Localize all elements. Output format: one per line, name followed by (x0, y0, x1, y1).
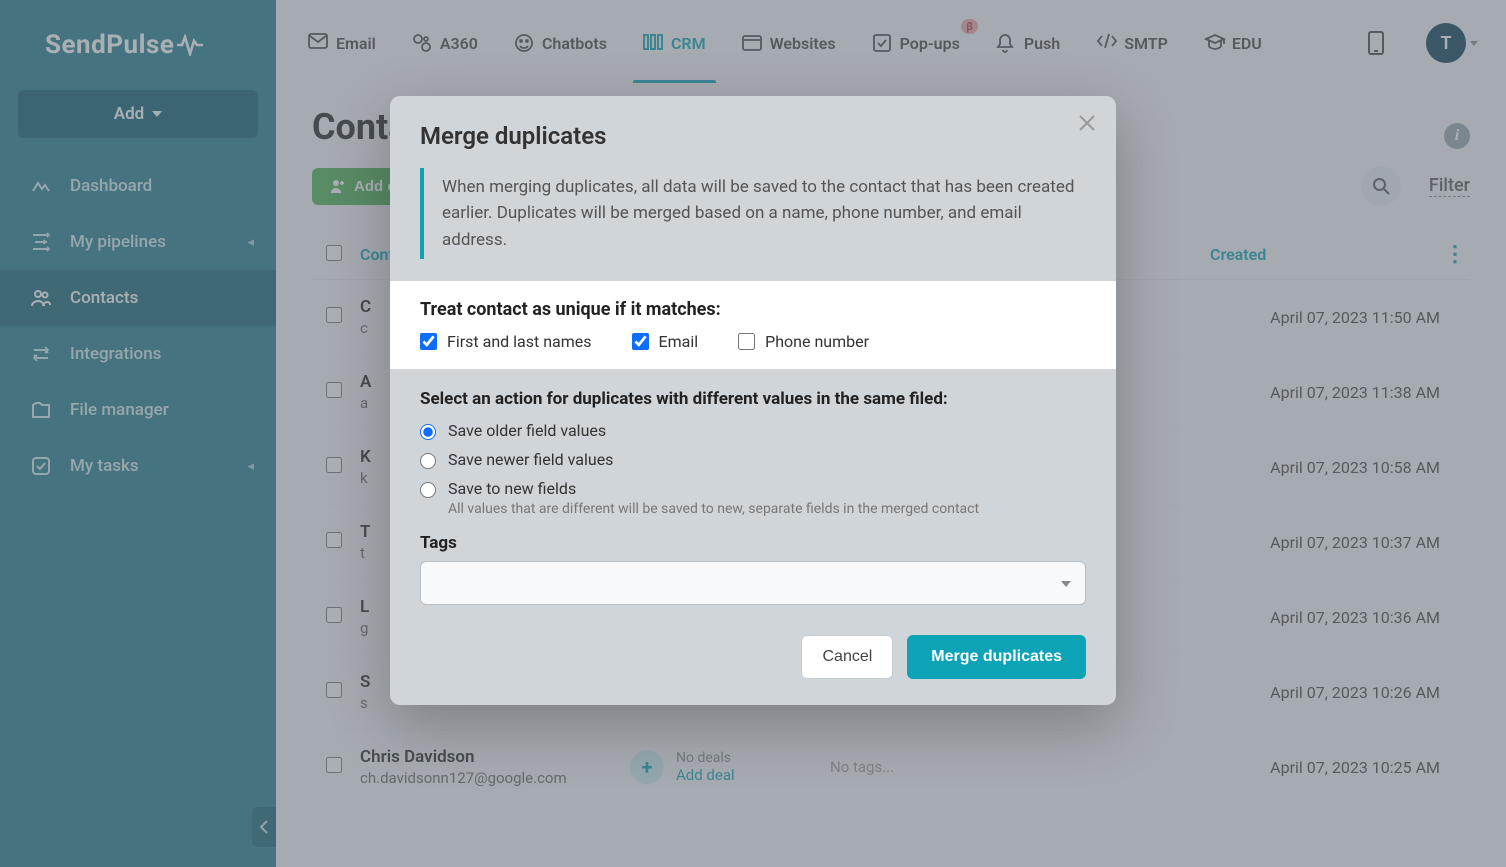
radio-new-fields[interactable]: Save to new fields All values that are d… (420, 479, 1086, 517)
modal-footer: Cancel Merge duplicates (420, 635, 1086, 679)
chk-names-input[interactable] (420, 333, 437, 350)
cancel-button[interactable]: Cancel (801, 635, 893, 679)
radio-older-input[interactable] (420, 424, 436, 440)
close-icon (1078, 114, 1096, 132)
chk-email[interactable]: Email (632, 332, 699, 351)
chk-phone-input[interactable] (738, 333, 755, 350)
modal-callout: When merging duplicates, all data will b… (420, 168, 1086, 259)
radio-newer-input[interactable] (420, 453, 436, 469)
radio-newer[interactable]: Save newer field values (420, 450, 1086, 469)
modal-overlay: Merge duplicates When merging duplicates… (0, 0, 1506, 867)
close-button[interactable] (1078, 114, 1096, 132)
unique-match-section: Treat contact as unique if it matches: F… (390, 281, 1116, 369)
modal-title: Merge duplicates (420, 122, 1086, 150)
chk-email-input[interactable] (632, 333, 649, 350)
chk-names[interactable]: First and last names (420, 332, 592, 351)
radio-new-hint: All values that are different will be sa… (448, 501, 979, 517)
merge-submit-button[interactable]: Merge duplicates (907, 635, 1086, 679)
unique-head: Treat contact as unique if it matches: (420, 299, 1086, 320)
tags-label: Tags (420, 533, 1086, 553)
radio-older[interactable]: Save older field values (420, 421, 1086, 440)
tags-select[interactable] (420, 561, 1086, 605)
action-head: Select an action for duplicates with dif… (420, 389, 1086, 409)
merge-duplicates-modal: Merge duplicates When merging duplicates… (390, 96, 1116, 705)
radio-new-input[interactable] (420, 482, 436, 498)
chk-phone[interactable]: Phone number (738, 332, 869, 351)
duplicate-action-section: Select an action for duplicates with dif… (420, 389, 1086, 605)
